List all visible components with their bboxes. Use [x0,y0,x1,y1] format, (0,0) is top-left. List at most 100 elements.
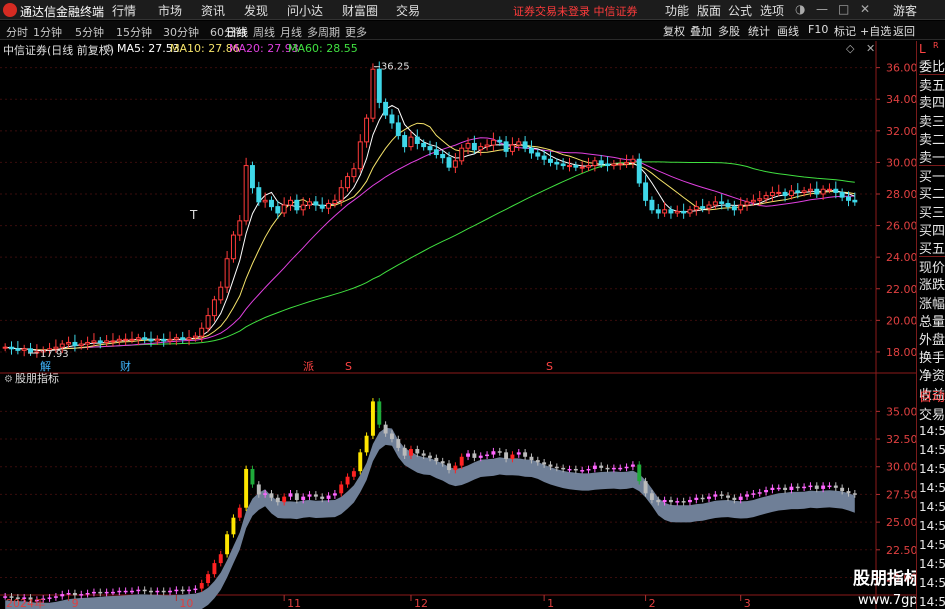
indicator-candle [529,456,534,461]
candle [706,204,712,209]
broker-login-status[interactable]: 证券交易未登录 中信证券 [513,3,638,19]
indicator-candle [535,460,540,463]
menu-formula[interactable]: 公式 [728,2,752,19]
indicator-candle [117,590,122,593]
period-5min[interactable]: 5分钟 [75,24,104,40]
candle [230,234,236,260]
indicator-candle [250,468,255,485]
indicator-candle [802,486,807,489]
menu-ask[interactable]: 问小达 [287,2,323,19]
candle [573,165,579,168]
period-30min[interactable]: 30分钟 [163,24,199,40]
period-intraday[interactable]: 分时 [6,24,28,40]
candle [782,191,788,197]
indicator-candle [294,493,299,500]
indicator-candle [478,455,483,458]
indicator-tick-label: 22.50 [886,544,916,557]
indicator-candle [580,470,585,472]
indicator-candle [320,496,325,499]
candle [598,160,604,165]
menu-wealth[interactable]: 财富圈 [342,2,378,19]
close-icon[interactable]: ✕ [860,2,870,16]
overlay-button[interactable]: 叠加 [688,23,714,39]
quote-row-label: 卖三 [919,114,945,130]
candle [548,158,553,163]
candle [592,160,598,167]
period-weekly[interactable]: 周线 [253,24,275,40]
indicator-candle [47,597,52,599]
quote-row-label: 外盘 [919,333,945,348]
menu-discover[interactable]: 发现 [244,2,268,19]
indicator-candle [668,499,673,503]
mark-button[interactable]: 标记 [832,23,858,39]
period-more[interactable]: 更多 [345,24,367,40]
period-15min[interactable]: 15分钟 [116,24,152,40]
candle [605,163,611,167]
menu-market[interactable]: 行情 [112,2,136,19]
back-button[interactable]: 返回 [891,23,917,39]
draw-line-button[interactable]: 画线 [775,23,801,39]
candle [478,146,484,151]
period-monthly[interactable]: 月线 [280,24,302,40]
period-1min[interactable]: 1分钟 [33,24,62,40]
candle [465,142,471,149]
period-multi[interactable]: 多周期 [307,24,340,40]
app-logo-icon [3,3,17,17]
quote-corner-sub: R [933,41,939,50]
candle [326,202,332,209]
statistics-button[interactable]: 统计 [746,23,772,39]
candle [795,190,801,193]
add-watchlist-button[interactable]: +自选 [858,23,893,39]
indicator-candle [814,485,819,489]
candle [345,176,351,189]
event-marker: 派 [303,360,314,373]
indicator-candle [440,461,445,464]
event-marker: S [345,360,352,373]
minimize-icon[interactable]: — [816,2,828,16]
f10-button[interactable]: F10 [806,23,830,36]
chart-grid [0,41,916,609]
indicator-gear-icon[interactable]: ⚙ [4,374,13,385]
menu-options[interactable]: 选项 [760,2,784,19]
indicator-candle [174,589,179,592]
indicator-candle [237,507,242,518]
menu-layout[interactable]: 版面 [697,2,721,19]
date-label: 10 [179,597,193,609]
guest-login[interactable]: 游客 [893,2,917,19]
candle [446,157,452,168]
candle [97,340,103,343]
indicator-candle [688,499,692,503]
indicator-tick-label: 30.00 [886,461,916,474]
kline-chart[interactable]: 36.25 17.93 T 解 财 派 S S 18.00 20.00 22.00 24.00 26.… [0,41,916,609]
indicator-candle [523,452,528,457]
indicator-candle [231,517,236,535]
menu-markets[interactable]: 市场 [158,2,182,19]
menu-function[interactable]: 功能 [665,2,689,19]
skin-icon[interactable]: ◑ [795,2,805,16]
indicator-candle [516,452,521,455]
candle [180,337,186,340]
trade-time: 14:56 [919,462,945,476]
date-label: 12 [414,597,428,609]
price-tick-label: 22.00 [886,283,916,296]
date-label: 3 [744,597,751,609]
indicator-candle [472,453,477,458]
maximize-icon[interactable]: □ [838,2,849,16]
indicator-candle [136,589,141,592]
candle [395,122,401,137]
indicator-candle [491,451,496,455]
period-daily[interactable]: 日线 [226,24,248,40]
candle [116,338,122,342]
restore-rights-button[interactable]: 复权 [661,23,687,39]
indicator-candle [415,449,420,454]
menu-trade[interactable]: 交易 [396,2,420,19]
indicator-candle [263,493,268,495]
auto-trade-toggle[interactable]: 自动 [919,386,945,405]
menu-news[interactable]: 资讯 [201,2,225,19]
candle [211,299,217,317]
indicator-candle [789,486,794,490]
indicator-candle [504,452,509,459]
indicator-candle [377,401,382,425]
candle [243,165,249,222]
multi-stock-button[interactable]: 多股 [716,23,742,39]
